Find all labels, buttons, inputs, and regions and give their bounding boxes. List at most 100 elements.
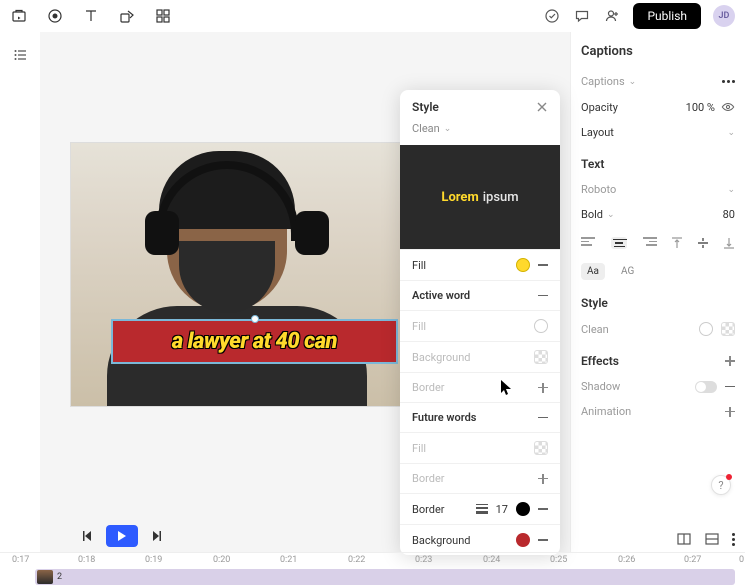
help-button[interactable]: ? [711,475,731,495]
style-popover: Style Clean ⌄ Lorem ipsum Fill Active wo… [400,90,560,555]
record-icon[interactable] [46,7,64,25]
play-button[interactable] [106,525,138,547]
resize-handle-icon[interactable] [251,315,259,323]
timeline-tick: 0 [739,555,744,565]
layout-a-icon[interactable] [676,531,692,547]
border-width-value[interactable]: 17 [496,503,508,516]
aw-border-label: Border [412,381,445,394]
aw-fill-label: Fill [412,320,426,333]
add-icon[interactable] [538,383,548,393]
help-label: ? [718,479,723,492]
timeline-ruler[interactable]: 0:170:180:190:200:210:220:230:240:250:26… [0,553,745,567]
timeline-tick: 0:23 [415,555,432,565]
outline-icon[interactable] [12,46,30,64]
align-left-icon[interactable] [581,237,597,249]
style-swatch-icon[interactable] [699,322,713,336]
preview-word: ipsum [483,190,519,205]
timeline-tick: 0:27 [684,555,701,565]
timeline-tick: 0:17 [12,555,29,565]
timeline-tick: 0:21 [280,555,297,565]
captions-panel: Captions Captions ⌄ Opacity 100 % Layout… [570,32,745,552]
remove-icon[interactable] [538,508,548,510]
layout-b-icon[interactable] [704,531,720,547]
preview-word-active: Lorem [441,190,478,205]
video-frame[interactable]: a lawyer at 40 can [70,142,403,407]
opacity-value[interactable]: 100 % [686,101,715,114]
timeline-tick: 0:20 [213,555,230,565]
prev-button[interactable] [80,529,94,543]
avatar[interactable]: JD [713,5,735,27]
collapse-icon[interactable] [538,295,548,297]
close-icon[interactable] [536,101,548,113]
remove-icon[interactable] [538,264,548,266]
add-effect-icon[interactable] [725,356,735,366]
person-image [107,151,367,407]
more-icon[interactable] [722,80,735,83]
align-right-icon[interactable] [641,237,657,249]
style-checker-icon[interactable] [721,322,735,336]
library-icon[interactable] [10,7,28,25]
eye-icon[interactable] [721,100,735,114]
future-words-section: Future words [412,411,476,424]
chevron-down-icon[interactable]: ⌄ [727,128,735,138]
style-preset-dropdown[interactable]: Clean [412,122,440,135]
shapes-icon[interactable] [118,7,136,25]
style-section: Style [581,296,608,310]
grid-icon[interactable] [154,7,172,25]
style-value[interactable]: Clean [581,323,609,336]
effects-section: Effects [581,354,619,368]
add-animation-icon[interactable] [725,407,735,417]
chevron-down-icon[interactable]: ⌄ [727,185,735,195]
next-button[interactable] [150,529,164,543]
panel-title: Captions [581,44,735,59]
opacity-label: Opacity [581,101,618,114]
fw-border-label: Border [412,472,445,485]
timeline-clip[interactable]: 2 [35,569,735,585]
shadow-label: Shadow [581,380,620,393]
clip-number: 2 [57,572,62,582]
case-upper-button[interactable]: AG [615,263,640,280]
add-user-icon[interactable] [603,7,621,25]
weight-dropdown[interactable]: Bold [581,208,603,221]
font-dropdown[interactable]: Roboto [581,183,616,196]
comment-icon[interactable] [573,7,591,25]
case-mixed-button[interactable]: Aa [581,263,605,280]
more-icon[interactable] [732,533,735,546]
border-width-icon[interactable] [476,504,488,515]
border-label: Border [412,503,445,516]
valign-top-icon[interactable] [671,237,683,249]
font-size-value[interactable]: 80 [723,208,735,221]
valign-bottom-icon[interactable] [723,237,735,249]
chevron-down-icon[interactable]: ⌄ [444,124,452,134]
align-center-icon[interactable] [611,237,627,249]
collapse-icon[interactable] [538,417,548,419]
fill-swatch[interactable] [516,258,530,272]
timeline-tick: 0:25 [550,555,567,565]
chevron-down-icon[interactable]: ⌄ [629,77,637,87]
timeline-tick: 0:26 [618,555,635,565]
timeline[interactable]: 0:170:180:190:200:210:220:230:240:250:26… [0,552,745,585]
caption-text: a lawyer at 40 can [172,329,337,354]
aw-fill-swatch[interactable] [534,319,548,333]
publish-button[interactable]: Publish [633,3,701,29]
style-preview: Lorem ipsum [400,145,560,249]
captions-dropdown[interactable]: Captions [581,75,625,88]
chevron-down-icon[interactable]: ⌄ [607,210,615,220]
add-icon[interactable] [538,474,548,484]
shadow-toggle[interactable] [695,381,717,393]
active-word-section: Active word [412,289,470,302]
timeline-tick: 0:19 [145,555,162,565]
fw-fill-label: Fill [412,442,426,455]
fw-fill-swatch[interactable] [534,441,548,455]
caption-box[interactable]: a lawyer at 40 can [111,319,398,364]
valign-middle-icon[interactable] [697,237,709,249]
animation-label: Animation [581,405,631,418]
text-icon[interactable] [82,7,100,25]
aw-background-swatch[interactable] [534,350,548,364]
style-popover-title: Style [412,100,439,114]
border-swatch[interactable] [516,502,530,516]
remove-icon[interactable] [725,386,735,388]
timeline-tick: 0:24 [483,555,500,565]
check-circle-icon[interactable] [543,7,561,25]
fill-label: Fill [412,259,426,272]
